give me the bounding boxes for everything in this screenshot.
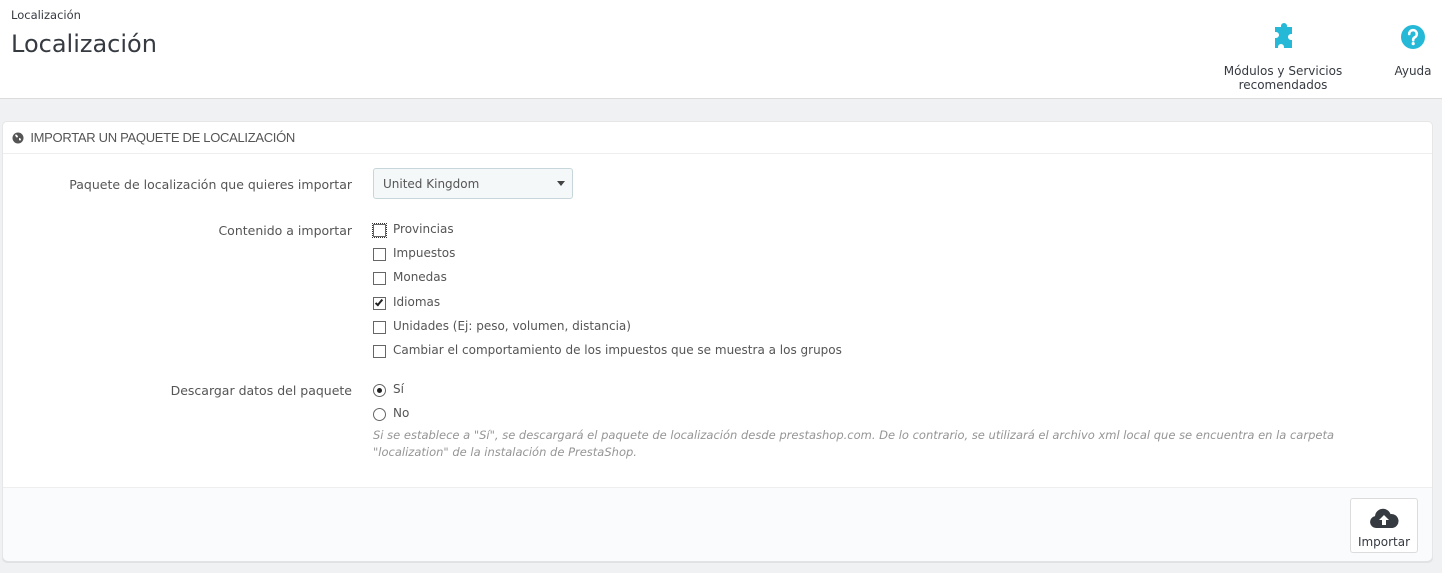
package-select[interactable]: United Kingdom <box>373 168 573 199</box>
panel-footer: Importar <box>3 487 1432 561</box>
content-label: Contenido a importar <box>218 223 352 238</box>
checkbox-label: Provincias <box>393 222 454 236</box>
cloud-upload-icon <box>1351 506 1417 533</box>
caret-down-icon <box>557 181 565 186</box>
checkbox-label: Monedas <box>393 270 447 284</box>
page-title: Localización <box>11 30 157 58</box>
radio-label: Sí <box>393 382 404 396</box>
grupos-checkbox[interactable] <box>373 345 386 358</box>
checkbox-label: Idiomas <box>393 295 441 309</box>
monedas-checkbox[interactable] <box>373 272 386 285</box>
provincias-checkbox[interactable] <box>372 223 387 238</box>
globe-icon <box>12 132 24 147</box>
download-help-text: Si se establece a "Sí", se descargará el… <box>373 428 1335 459</box>
radio-dot-icon <box>377 388 382 393</box>
package-select-value: United Kingdom <box>383 177 480 191</box>
checkbox-label: Impuestos <box>393 246 456 260</box>
breadcrumb[interactable]: Localización <box>11 8 81 22</box>
si-radio[interactable] <box>373 384 386 397</box>
panel-heading-text: Importar un paquete de localización <box>30 130 296 145</box>
help-label: Ayuda <box>1394 64 1432 78</box>
impuestos-checkbox[interactable] <box>373 248 386 261</box>
panel-heading: Importar un paquete de localización <box>3 122 1432 154</box>
help-icon <box>1393 22 1433 52</box>
checkbox-label: Unidades (Ej: peso, volumen, distancia) <box>393 319 631 333</box>
import-label: Importar <box>1357 535 1411 549</box>
checkmark-icon <box>374 297 384 307</box>
help-button[interactable]: Ayuda <box>1393 22 1433 78</box>
page-header: Localización Localización Módulos y Serv… <box>0 0 1442 99</box>
puzzle-icon <box>1183 22 1383 52</box>
download-label: Descargar datos del paquete <box>170 383 352 398</box>
recommended-modules-button[interactable]: Módulos y Servicios recomendados <box>1183 22 1383 92</box>
package-label: Paquete de localización que quieres impo… <box>69 177 352 192</box>
checkbox-label: Cambiar el comportamiento de los impuest… <box>393 343 842 357</box>
unidades-checkbox[interactable] <box>373 321 386 334</box>
no-radio[interactable] <box>373 408 386 421</box>
radio-label: No <box>393 406 410 420</box>
import-button[interactable]: Importar <box>1350 498 1418 553</box>
import-localization-panel: Importar un paquete de localización Paqu… <box>2 121 1433 561</box>
recommended-modules-label: Módulos y Servicios recomendados <box>1223 64 1343 92</box>
idiomas-checkbox[interactable] <box>373 297 386 310</box>
